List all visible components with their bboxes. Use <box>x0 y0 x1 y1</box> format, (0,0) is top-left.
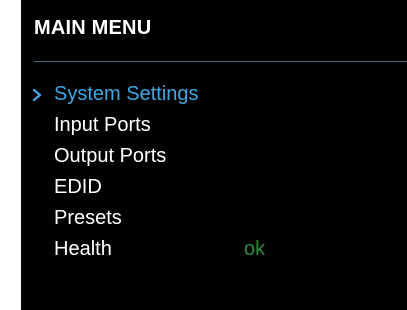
menu-item-output-ports[interactable]: Output Ports <box>21 141 407 172</box>
menu-item-label: EDID <box>54 176 102 198</box>
health-status-text: ok <box>244 238 266 260</box>
main-menu: System Settings Input Ports Output Ports… <box>21 79 407 265</box>
page-title: MAIN MENU <box>34 17 152 39</box>
menu-item-edid[interactable]: EDID <box>21 172 407 203</box>
menu-item-label: Presets <box>54 207 122 229</box>
menu-item-label: Input Ports <box>54 114 151 136</box>
menu-item-health[interactable]: Health ok <box>21 234 407 265</box>
header-divider <box>34 61 407 62</box>
menu-item-presets[interactable]: Presets <box>21 203 407 234</box>
chevron-right-icon <box>32 79 46 110</box>
menu-item-label: System Settings <box>54 83 199 105</box>
device-screen: MAIN MENU System Settings Input Ports Ou… <box>21 0 407 310</box>
menu-item-input-ports[interactable]: Input Ports <box>21 110 407 141</box>
menu-item-system-settings[interactable]: System Settings <box>21 79 407 110</box>
menu-item-label: Health <box>54 238 112 260</box>
menu-item-label: Output Ports <box>54 145 167 167</box>
